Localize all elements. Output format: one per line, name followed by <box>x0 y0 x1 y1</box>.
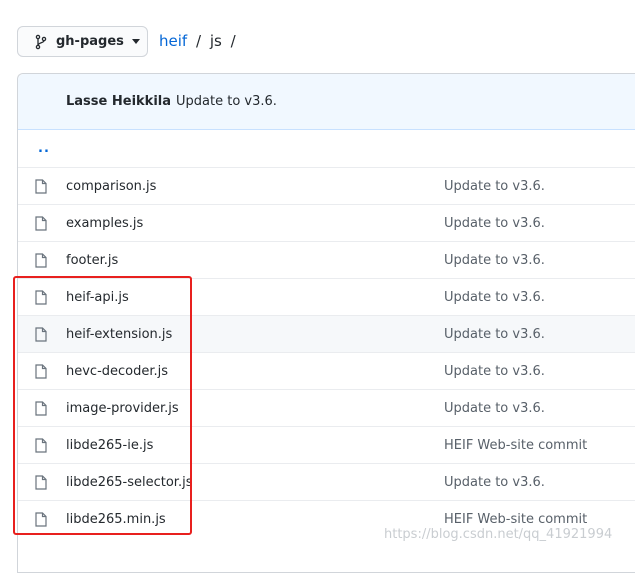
watermark-text: https://blog.csdn.net/qq_41921994 <box>384 527 613 542</box>
file-commit-message[interactable]: Update to v3.6. <box>444 179 545 194</box>
file-name-link[interactable]: examples.js <box>66 216 143 231</box>
file-commit-message[interactable]: Update to v3.6. <box>444 290 545 305</box>
parent-directory-row[interactable]: .. <box>18 130 635 167</box>
file-icon <box>35 216 47 231</box>
branch-name: gh-pages <box>56 34 124 49</box>
file-commit-message[interactable]: Update to v3.6. <box>444 401 545 416</box>
file-commit-message[interactable]: Update to v3.6. <box>444 364 545 379</box>
latest-commit-header: Lasse Heikkila Update to v3.6. <box>18 74 635 130</box>
file-commit-message[interactable]: HEIF Web-site commit <box>444 438 587 453</box>
parent-directory-link[interactable]: .. <box>38 141 50 156</box>
file-commit-message[interactable]: Update to v3.6. <box>444 475 545 490</box>
git-branch-icon <box>35 34 47 49</box>
file-commit-message[interactable]: HEIF Web-site commit <box>444 512 587 527</box>
file-commit-message[interactable]: Update to v3.6. <box>444 216 545 231</box>
file-commit-message[interactable]: Update to v3.6. <box>444 327 545 342</box>
file-icon <box>35 179 47 194</box>
chevron-down-icon <box>131 39 140 44</box>
breadcrumb-current-folder: js <box>209 32 222 50</box>
breadcrumb-separator: / <box>230 32 236 50</box>
breadcrumb-repo-link[interactable]: heif <box>159 32 187 50</box>
annotation-highlight-box <box>13 276 192 535</box>
breadcrumb: heif / js / <box>159 31 240 51</box>
branch-select-button[interactable]: gh-pages <box>17 26 148 57</box>
file-row[interactable]: footer.js Update to v3.6. <box>18 241 635 278</box>
commit-message[interactable]: Update to v3.6. <box>176 94 277 109</box>
file-row[interactable]: examples.js Update to v3.6. <box>18 204 635 241</box>
file-name-link[interactable]: footer.js <box>66 253 118 268</box>
file-commit-message[interactable]: Update to v3.6. <box>444 253 545 268</box>
breadcrumb-separator: / <box>195 32 202 50</box>
commit-author[interactable]: Lasse Heikkila <box>66 94 171 109</box>
file-icon <box>35 253 47 268</box>
file-name-link[interactable]: comparison.js <box>66 179 156 194</box>
file-row[interactable]: comparison.js Update to v3.6. <box>18 167 635 204</box>
